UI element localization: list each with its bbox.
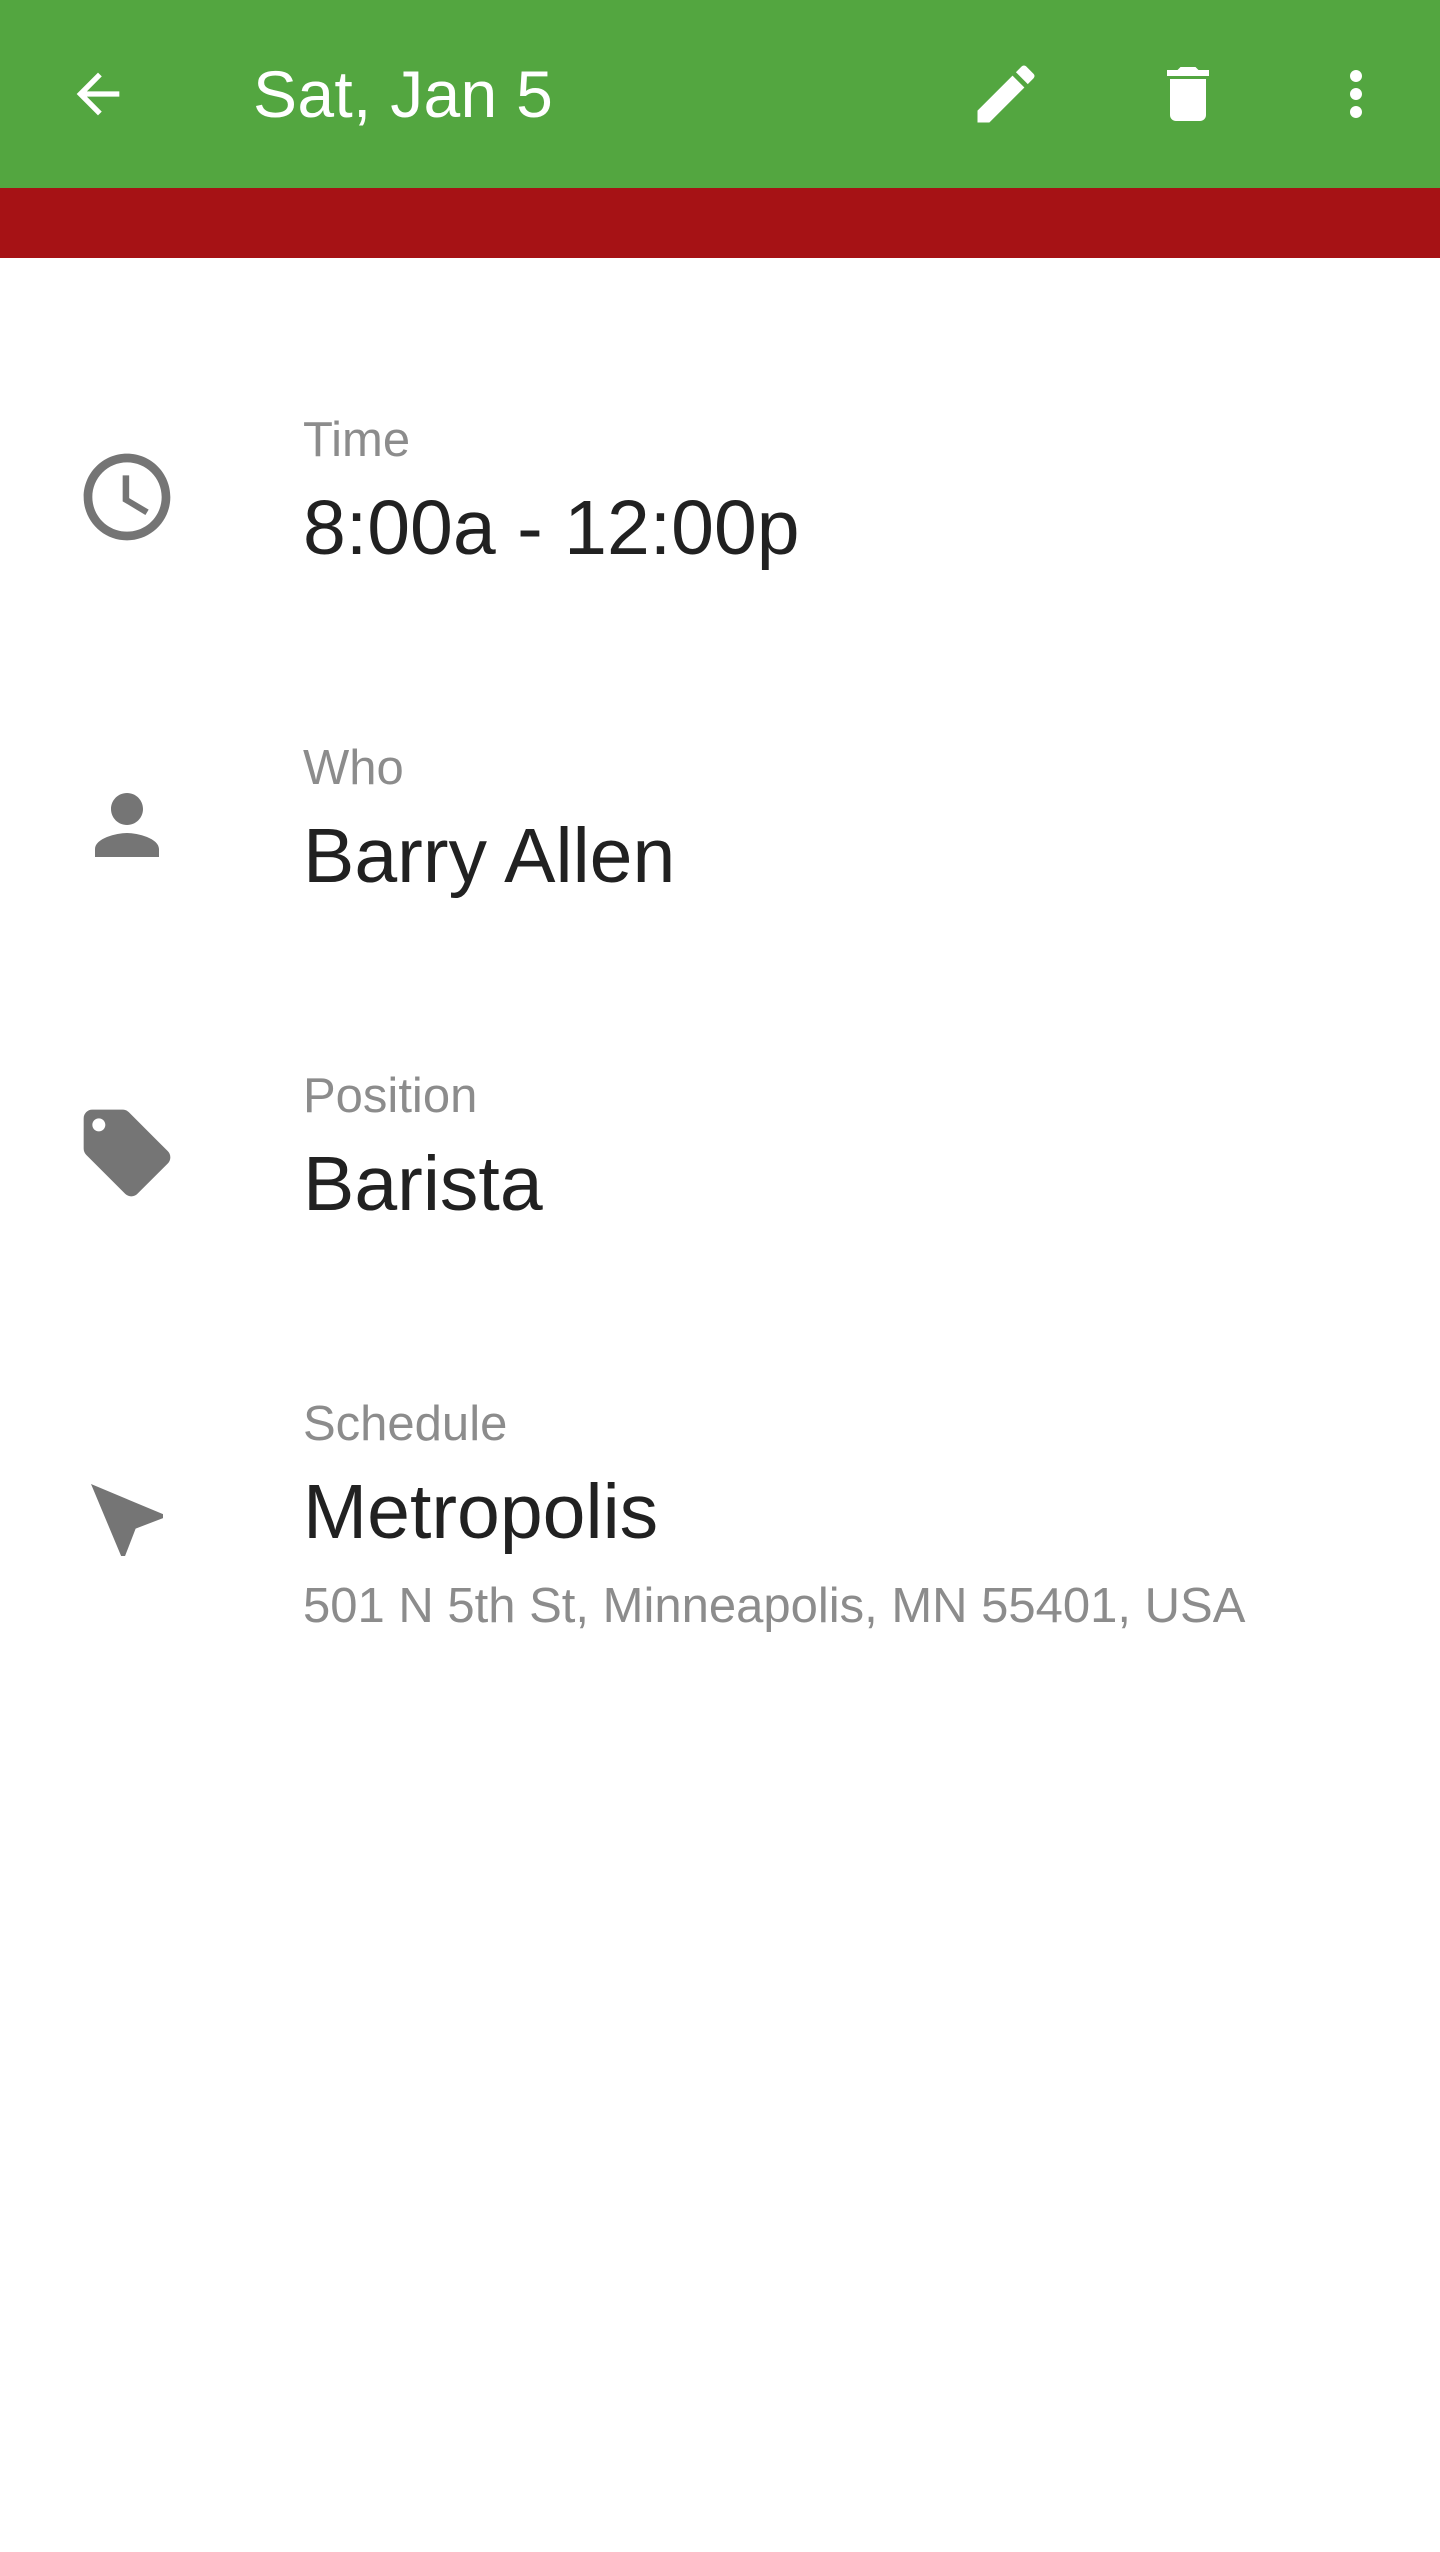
who-value: Barry Allen bbox=[303, 813, 676, 899]
position-icon-wrap bbox=[72, 1098, 182, 1208]
trash-icon bbox=[1167, 67, 1209, 121]
pencil-icon bbox=[977, 65, 1035, 123]
position-row: Position Barista bbox=[0, 1066, 1440, 1256]
position-value: Barista bbox=[303, 1141, 543, 1227]
who-icon-wrap bbox=[72, 770, 182, 880]
page-title: Sat, Jan 5 bbox=[253, 57, 554, 131]
shift-detail-screen: Sat, Jan 5 Time 8:00a - 12:00p Who Barry… bbox=[0, 0, 1440, 2552]
more-vert-icon bbox=[1350, 70, 1362, 118]
schedule-label: Schedule bbox=[303, 1397, 508, 1451]
time-value: 8:00a - 12:00p bbox=[303, 485, 800, 571]
tag-icon bbox=[83, 1109, 171, 1197]
schedule-value: Metropolis bbox=[303, 1469, 659, 1555]
navigation-icon bbox=[91, 1484, 163, 1556]
shift-color-bar bbox=[0, 188, 1440, 258]
time-label: Time bbox=[303, 413, 411, 467]
app-toolbar: Sat, Jan 5 bbox=[0, 0, 1440, 188]
schedule-address[interactable]: 501 N 5th St, Minneapolis, MN 55401, USA bbox=[303, 1576, 1245, 1636]
delete-button[interactable] bbox=[1138, 44, 1238, 144]
clock-icon bbox=[83, 453, 171, 541]
schedule-row: Schedule Metropolis 501 N 5th St, Minnea… bbox=[0, 1394, 1440, 1654]
more-options-button[interactable] bbox=[1306, 44, 1406, 144]
who-label: Who bbox=[303, 741, 404, 795]
back-button[interactable] bbox=[48, 44, 148, 144]
time-row: Time 8:00a - 12:00p bbox=[0, 410, 1440, 600]
position-label: Position bbox=[303, 1069, 478, 1123]
time-icon-wrap bbox=[72, 442, 182, 552]
arrow-back-icon bbox=[76, 72, 120, 116]
person-icon bbox=[95, 793, 159, 857]
schedule-icon-wrap bbox=[72, 1465, 182, 1575]
edit-button[interactable] bbox=[956, 44, 1056, 144]
who-row: Who Barry Allen bbox=[0, 738, 1440, 928]
